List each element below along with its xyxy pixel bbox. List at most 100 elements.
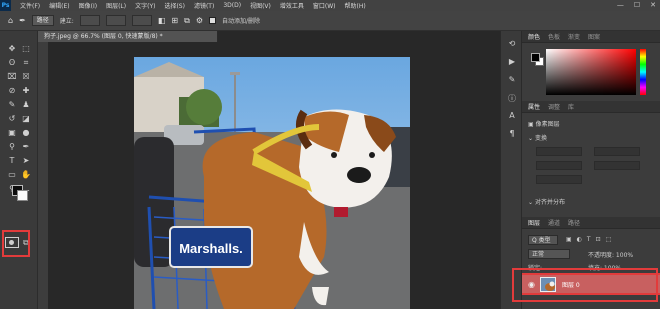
lock-options[interactable]: 锁定: bbox=[528, 263, 542, 272]
brush-tool-icon[interactable]: ✎ bbox=[6, 99, 18, 110]
tab-swatches[interactable]: 色板 bbox=[548, 32, 560, 41]
layer-row-selected[interactable]: ◉ 图层 0 bbox=[522, 273, 660, 295]
quick-select-tool-icon[interactable]: ⌗ bbox=[20, 57, 32, 68]
info-panel-icon[interactable]: ⓘ bbox=[506, 93, 518, 104]
photoshop-logo: Ps bbox=[0, 0, 11, 11]
collapse-chevron-icon: ⌄ bbox=[528, 135, 535, 142]
paragraph-panel-icon[interactable]: ¶ bbox=[506, 129, 518, 140]
fill-field[interactable]: 填充: 100% bbox=[588, 263, 621, 272]
tab-channels[interactable]: 通道 bbox=[548, 218, 560, 227]
angle-field[interactable] bbox=[536, 175, 582, 184]
make-shape-button[interactable] bbox=[131, 15, 152, 26]
blur-tool-icon[interactable]: ● bbox=[20, 127, 32, 138]
transform-section[interactable]: ⌄ 变换 bbox=[528, 133, 547, 142]
glyphs-panel-icon[interactable]: A bbox=[506, 111, 518, 122]
layer-filter-icons[interactable]: ▣◐T⊡⬚ bbox=[566, 236, 616, 243]
blend-mode-select[interactable]: 正常 bbox=[528, 249, 570, 259]
path-selection-tool-icon[interactable]: ➤ bbox=[20, 155, 32, 166]
width-field[interactable] bbox=[536, 147, 582, 156]
crop-tool-icon[interactable]: ⌧ bbox=[6, 71, 18, 82]
eyedropper-tool-icon[interactable]: ⊘ bbox=[6, 85, 18, 96]
actions-panel-icon[interactable]: ▶ bbox=[506, 57, 518, 68]
menu-window[interactable]: 窗口(W) bbox=[313, 1, 336, 10]
tab-adjustments[interactable]: 调整 bbox=[548, 102, 560, 111]
make-selection-button[interactable] bbox=[79, 15, 100, 26]
tab-gradients[interactable]: 渐变 bbox=[568, 32, 580, 41]
frame-tool-icon[interactable]: ☒ bbox=[20, 71, 32, 82]
collapse-chevron-icon: ⌄ bbox=[528, 199, 535, 206]
rectangle-tool-icon[interactable]: ▭ bbox=[6, 169, 18, 180]
color-picker-field[interactable] bbox=[546, 49, 636, 95]
maximize-button[interactable]: ☐ bbox=[634, 1, 640, 9]
settings-gear-icon[interactable]: ⚙ bbox=[196, 16, 203, 25]
align-label: 对齐并分布 bbox=[534, 199, 565, 206]
path-alignment-icon[interactable]: ⊞ bbox=[171, 16, 178, 25]
menu-select[interactable]: 选择(S) bbox=[164, 1, 185, 10]
dodge-tool-icon[interactable]: ⚲ bbox=[6, 141, 18, 152]
auto-add-delete-checkbox[interactable] bbox=[208, 17, 216, 24]
visibility-eye-icon[interactable]: ◉ bbox=[528, 280, 535, 289]
options-bar: ⌂ ✒ 路径 建立: ◧ ⊞ ⧉ ⚙ 自动添加/删除 bbox=[0, 11, 660, 31]
canvas-photo[interactable]: Marshalls. bbox=[134, 57, 410, 309]
height-field[interactable] bbox=[594, 147, 640, 156]
home-icon[interactable]: ⌂ bbox=[8, 16, 13, 25]
layer-name[interactable]: 图层 0 bbox=[562, 280, 580, 289]
right-panels: 颜色 色板 渐变 图案 属性 调整 库 ▣ 像素图层 ⌄ 变换 ⌄ 对齐并分布 bbox=[522, 31, 660, 309]
lasso-tool-icon[interactable]: ʘ bbox=[6, 57, 18, 68]
pen-tool-icon[interactable]: ✒ bbox=[19, 16, 26, 25]
pen-tool-icon[interactable]: ✒ bbox=[20, 141, 32, 152]
menu-bar: Ps 文件(F) 编辑(E) 图像(I) 图层(L) 文字(Y) 选择(S) 滤… bbox=[0, 0, 660, 11]
layers-panel-tabs: 图层 通道 路径 bbox=[522, 217, 660, 229]
tab-libraries[interactable]: 库 bbox=[568, 102, 574, 111]
tools-panel: ✥ ⬚ ʘ ⌗ ⌧ ☒ ⊘ ✚ ✎ ♟ ↺ ◪ ▣ ● ⚲ ✒ T ➤ ▭ ✋ … bbox=[0, 31, 38, 309]
menu-plugins[interactable]: 增效工具 bbox=[280, 1, 304, 10]
menu-3d[interactable]: 3D(D) bbox=[223, 2, 241, 9]
path-operations-icon[interactable]: ◧ bbox=[158, 16, 166, 25]
menu-layer[interactable]: 图层(L) bbox=[106, 1, 126, 10]
tab-properties[interactable]: 属性 bbox=[528, 102, 540, 111]
make-mask-button[interactable] bbox=[105, 15, 126, 26]
menu-type[interactable]: 文字(Y) bbox=[135, 1, 155, 10]
layer-filter-select[interactable]: Q 类型 bbox=[528, 235, 558, 245]
background-color-swatch[interactable] bbox=[17, 190, 28, 201]
artboard-tool-icon[interactable]: ⬚ bbox=[20, 43, 32, 54]
menu-help[interactable]: 帮助(H) bbox=[345, 1, 366, 10]
gradient-tool-icon[interactable]: ▣ bbox=[6, 127, 18, 138]
minimize-button[interactable]: — bbox=[617, 1, 624, 9]
tab-layers[interactable]: 图层 bbox=[528, 218, 540, 227]
vertical-ruler bbox=[38, 42, 48, 309]
path-arrangement-icon[interactable]: ⧉ bbox=[184, 16, 190, 26]
quick-mask-highlight bbox=[2, 230, 30, 257]
menu-image[interactable]: 图像(I) bbox=[79, 1, 97, 10]
properties-panel-tabs: 属性 调整 库 bbox=[522, 101, 660, 113]
opacity-field[interactable]: 不透明度: 100% bbox=[588, 250, 633, 259]
panel-foreground-swatch[interactable] bbox=[531, 53, 540, 62]
move-tool-icon[interactable]: ✥ bbox=[6, 43, 18, 54]
menu-view[interactable]: 视图(V) bbox=[250, 1, 271, 10]
history-panel-icon[interactable]: ⟲ bbox=[506, 39, 518, 50]
menu-filter[interactable]: 滤镜(T) bbox=[194, 1, 214, 10]
pixel-layer-icon: ▣ bbox=[528, 121, 536, 128]
document-tab[interactable]: 狗子.jpeg @ 66.7% (图层 0, 快速蒙版/8) * bbox=[38, 31, 218, 42]
healing-brush-tool-icon[interactable]: ✚ bbox=[20, 85, 32, 96]
type-tool-icon[interactable]: T bbox=[6, 155, 18, 166]
align-section[interactable]: ⌄ 对齐并分布 bbox=[528, 197, 565, 206]
pixel-layer-label: 像素图层 bbox=[535, 121, 560, 128]
x-field[interactable] bbox=[536, 161, 582, 170]
tab-patterns[interactable]: 图案 bbox=[588, 32, 600, 41]
y-field[interactable] bbox=[594, 161, 640, 170]
pixel-layer-header: ▣ 像素图层 bbox=[528, 119, 560, 128]
menu-edit[interactable]: 编辑(E) bbox=[49, 1, 69, 10]
eraser-tool-icon[interactable]: ◪ bbox=[20, 113, 32, 124]
layers-panel: 图层 通道 路径 Q 类型 ▣◐T⊡⬚ 正常 不透明度: 100% 锁定: 填充… bbox=[522, 217, 660, 309]
close-button[interactable]: ✕ bbox=[650, 1, 656, 9]
pen-mode-select[interactable]: 路径 bbox=[31, 15, 54, 26]
clone-stamp-tool-icon[interactable]: ♟ bbox=[20, 99, 32, 110]
menu-file[interactable]: 文件(F) bbox=[20, 1, 40, 10]
tab-paths[interactable]: 路径 bbox=[568, 218, 580, 227]
tab-color[interactable]: 颜色 bbox=[528, 32, 540, 41]
hand-tool-icon[interactable]: ✋ bbox=[20, 169, 32, 180]
history-brush-tool-icon[interactable]: ↺ bbox=[6, 113, 18, 124]
brush-settings-icon[interactable]: ✎ bbox=[506, 75, 518, 86]
hue-slider[interactable] bbox=[640, 49, 646, 95]
